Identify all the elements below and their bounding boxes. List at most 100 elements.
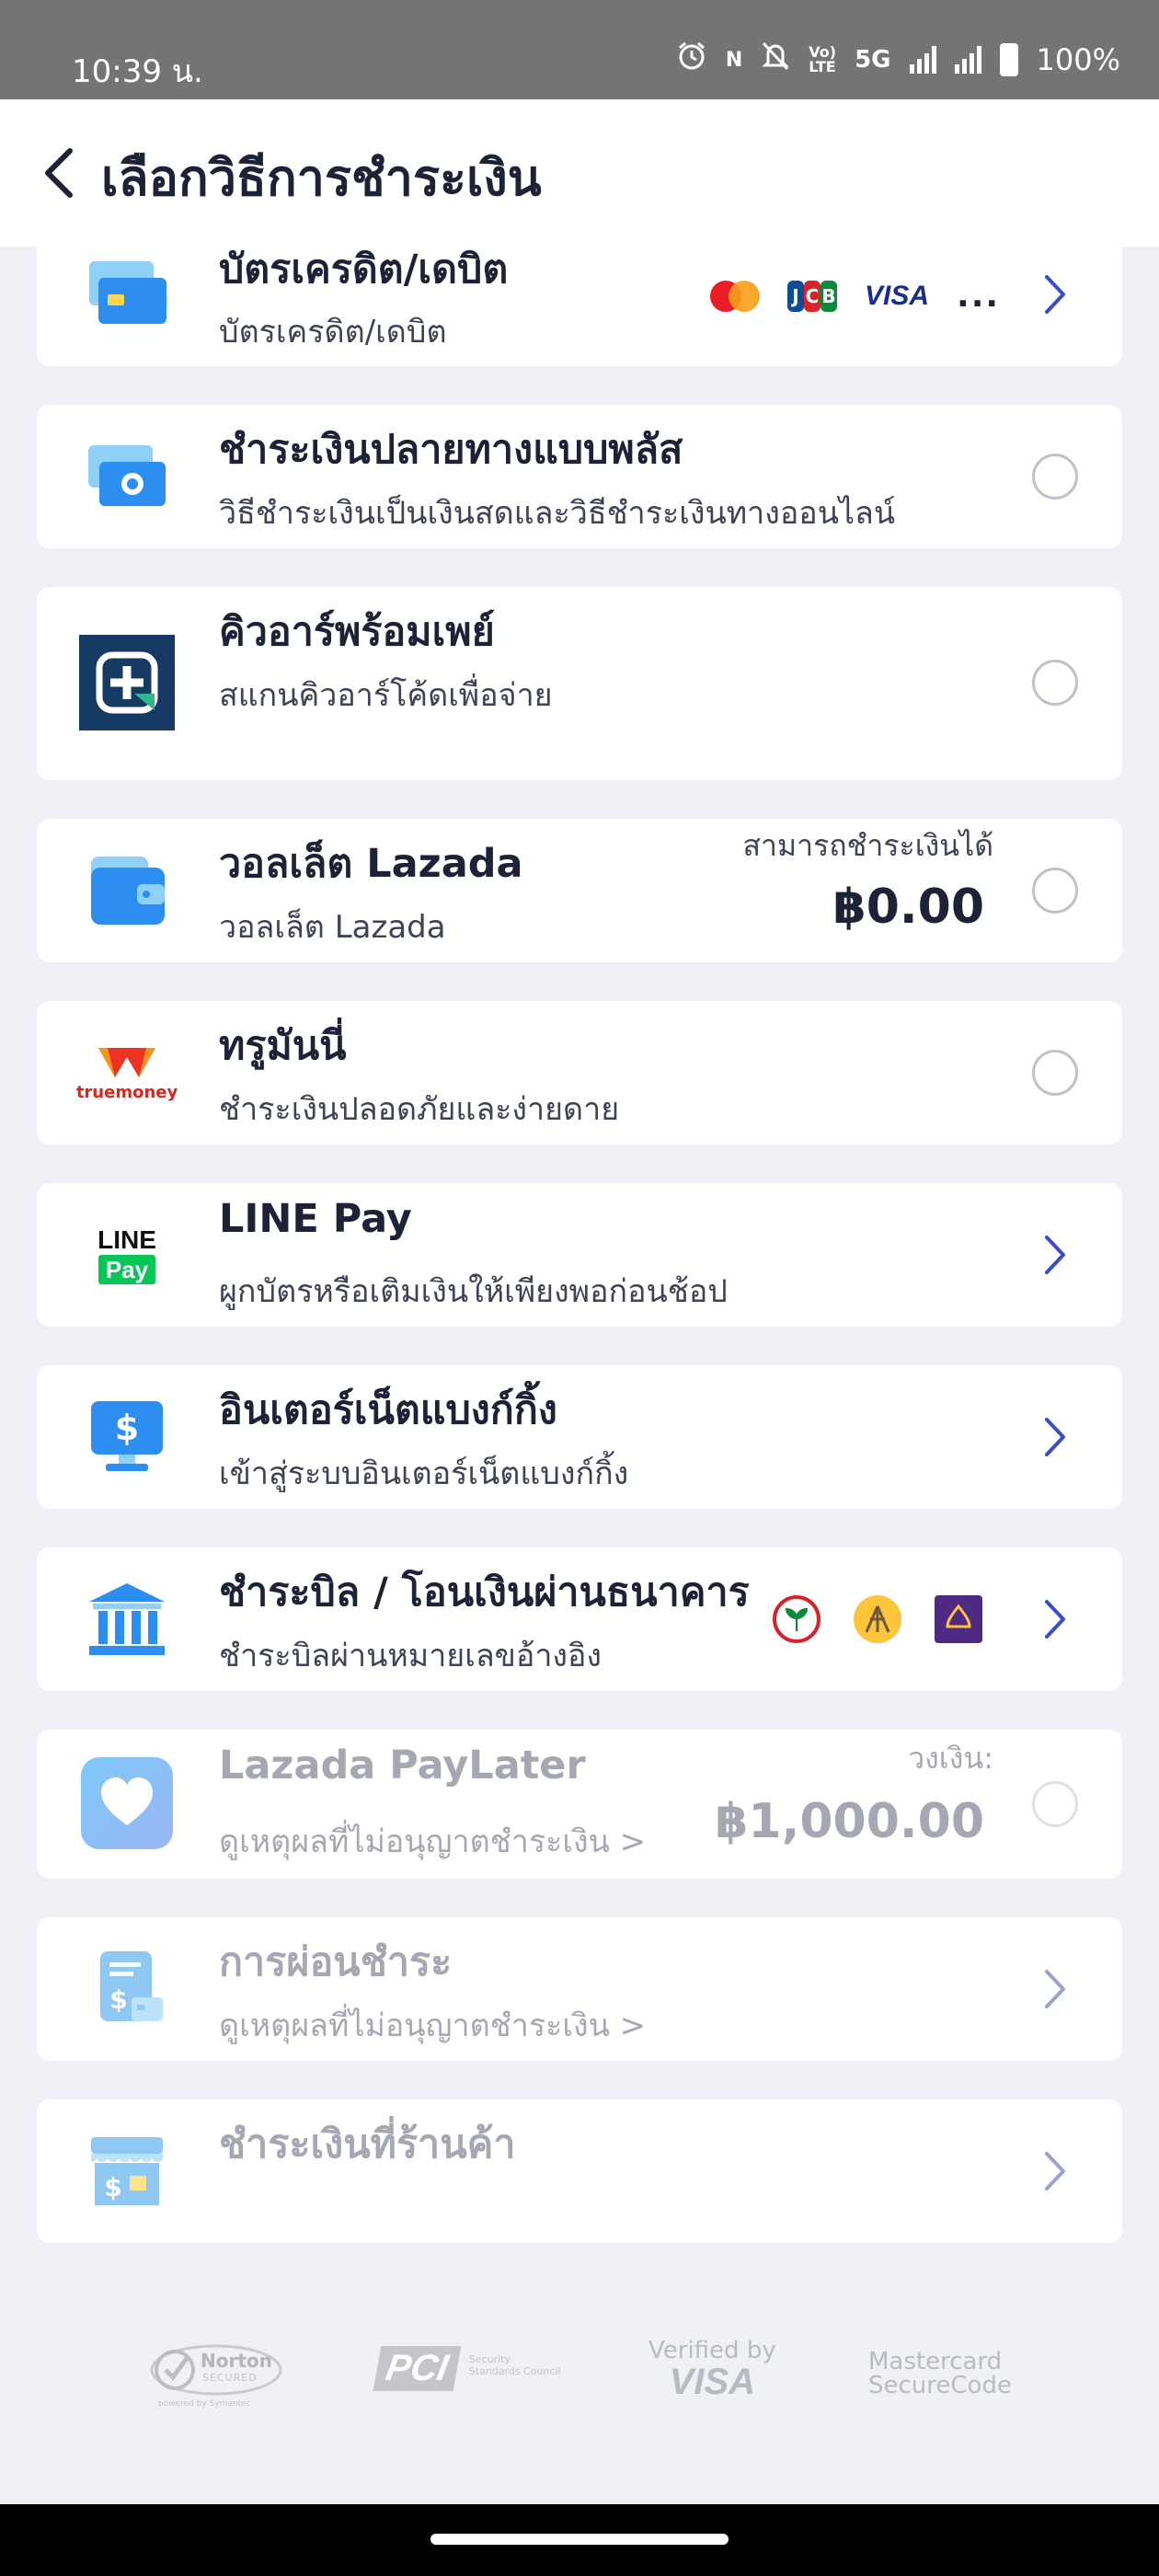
jcb-letter-c: C [804,280,820,312]
svg-text:$: $ [104,2172,121,2202]
method-title: การผ่อนชำระ [219,1939,453,1985]
method-title: ชำระเงินปลายทางแบบพลัส [219,427,683,473]
credit-limit-value: ฿1,000.00 [715,1794,984,1849]
radio-button[interactable] [1032,1781,1078,1827]
payment-method-lazada-wallet[interactable]: วอลเล็ต Lazada วอลเล็ต Lazada สามารถชำระ… [37,819,1122,962]
visa-label: VISA [669,2362,756,2402]
signal-icon-2 [954,46,981,74]
chevron-right-icon [1045,1236,1065,1274]
installment-reason-link[interactable]: ดูเหตุผลที่ไม่อนุญาตชำระเงิน > [219,2000,646,2050]
more-cards-icon: ... [957,277,1001,315]
pci-line2: Security [468,2353,511,2365]
line-pay-icon: LINE Pay [79,1207,175,1303]
status-icons: N Vo) LTE 5G 100% [676,40,1120,79]
credit-limit-label: วงเงิน: [908,1741,993,1776]
pci-name: PCI [373,2346,462,2391]
credit-card-icon [79,247,175,342]
method-title: LINE Pay [219,1196,412,1242]
lte-label: LTE [809,58,836,75]
method-subtitle: วิธีชำระเงินเป็นเงินสดและวิธีชำระเงินทาง… [219,495,896,532]
method-subtitle: ชำระบิลผ่านหมายเลขอ้างอิง [219,1638,602,1674]
paylater-reason-link[interactable]: ดูเหตุผลที่ไม่อนุญาตชำระเงิน > [219,1816,646,1866]
nfc-icon: N [725,48,743,72]
radio-button[interactable] [1032,660,1078,706]
payment-method-promptpay[interactable]: คิวอาร์พร้อมเพย์ สแกนคิวอาร์โค้ดเพื่อจ่า… [37,587,1122,780]
signal-icon [909,46,936,74]
chevron-right-icon [1045,1418,1065,1456]
network-label: 5G [855,46,891,74]
method-title: ชำระบิล / โอนเงินผ่านธนาคาร [219,1570,750,1616]
method-subtitle: สแกนคิวอาร์โค้ดเพื่อจ่าย [219,677,553,714]
home-gesture-handle[interactable] [430,2534,729,2545]
payment-method-cod-plus[interactable]: ชำระเงินปลายทางแบบพลัส วิธีชำระเงินเป็นเ… [37,405,1122,548]
method-subtitle: วอลเล็ต Lazada [219,909,446,946]
method-title: Lazada PayLater [219,1742,586,1788]
svg-text:$: $ [109,1984,127,2015]
securecode-label: SecureCode [868,2372,1012,2399]
method-subtitle: บัตรเครดิต/เดบิต [219,314,447,351]
chevron-right-icon [1045,275,1065,314]
paylater-heart-icon [79,1755,175,1851]
header-mask: เลือกวิธีการชำระเงิน [0,99,1159,247]
radio-button[interactable] [1032,868,1078,914]
payment-method-truemoney[interactable]: truemoney ทรูมันนี่ ชำระเงินปลอดภัยและง่… [37,1001,1122,1144]
trust-badges: Norton SECURED powered by Symantec PCI S… [0,2337,1159,2438]
kasikorn-bank-icon [773,1595,820,1643]
method-subtitle: ชำระเงินปลอดภัยและง่ายดาย [219,1091,620,1128]
payment-method-line-pay[interactable]: LINE Pay LINE Pay ผูกบัตรหรือเติมเงินให้… [37,1183,1122,1327]
pci-text: Security Standards Council [469,2353,561,2377]
battery-icon [999,43,1018,76]
bank-icon [79,1571,175,1667]
pci-line3: Standards Council [468,2365,561,2377]
mastercard-securecode-badge: Mastercard SecureCode [868,2350,1012,2398]
cash-icon [79,429,175,524]
scb-bank-icon [935,1595,982,1643]
payment-method-paylater[interactable]: Lazada PayLater ดูเหตุผลที่ไม่อนุญาตชำระ… [37,1730,1122,1879]
volte-icon: Vo) LTE [809,45,836,75]
balance-label: สามารถชำระเงินได้ [742,828,994,863]
pay-logo-text: Pay [98,1255,156,1284]
system-nav-bar [0,2504,1159,2576]
method-title: วอลเล็ต Lazada [219,841,523,887]
method-subtitle: ผูกบัตรหรือเติมเงินให้เพียงพอก่อนช้อป [219,1273,728,1310]
chevron-right-icon [1045,2152,1065,2191]
installment-icon: $ [79,1941,175,2037]
method-subtitle: เข้าสู่ระบบอินเตอร์เน็ตแบงก์กิ้ง [219,1455,629,1492]
krungsri-bank-icon [854,1595,901,1643]
verified-by-label: Verified by [648,2337,776,2364]
payment-method-internet-banking[interactable]: $ อินเตอร์เน็ตแบงก์กิ้ง เข้าสู่ระบบอินเต… [37,1365,1122,1509]
truemoney-icon: truemoney [75,1025,178,1121]
page-title: เลือกวิธีการชำระเงิน [101,149,542,207]
truemoney-logo-text: truemoney [75,1082,178,1102]
payment-method-credit-card[interactable]: บัตรเครดิต/เดบิต บัตรเครดิต/เดบิต J C B … [37,228,1122,366]
card-logos: J C B VISA ... [710,277,1000,315]
internet-banking-icon: $ [79,1389,175,1485]
alarm-icon [676,40,707,79]
jcb-letter-j: J [787,280,804,312]
method-title: อินเตอร์เน็ตแบงก์กิ้ง [219,1387,557,1433]
chevron-right-icon [1045,1600,1065,1639]
payment-method-bank-transfer[interactable]: ชำระบิล / โอนเงินผ่านธนาคาร ชำระบิลผ่านห… [37,1547,1122,1691]
norton-secured: SECURED [202,2372,258,2384]
promptpay-qr-icon [79,635,175,730]
method-title: ชำระเงินที่ร้านค้า [219,2122,516,2168]
norton-secured-badge: Norton SECURED powered by Symantec [147,2337,285,2410]
method-title: ทรูมันนี่ [219,1023,347,1069]
payment-method-installment[interactable]: $ การผ่อนชำระ ดูเหตุผลที่ไม่อนุญาตชำระเง… [37,1917,1122,2061]
visa-icon: VISA [865,280,930,311]
store-icon: $ [79,2123,175,2219]
wallet-balance: ฿0.00 [832,880,984,935]
bank-logos [773,1595,982,1643]
pci-badge: PCI Security Standards Council [373,2346,561,2391]
svg-text:$: $ [115,1408,139,1448]
chevron-right-icon [1045,1970,1065,2008]
status-bar: 10:39 น. N Vo) LTE 5G 100% [0,0,1159,99]
line-logo-text: LINE [98,1225,156,1254]
norton-symantec: powered by Symantec [158,2399,251,2409]
back-button[interactable] [35,144,90,202]
verified-by-visa-badge: Verified by VISA [648,2337,776,2402]
jcb-icon: J C B [787,280,837,312]
radio-button[interactable] [1032,454,1078,500]
radio-button[interactable] [1032,1050,1078,1096]
payment-method-pay-at-store[interactable]: $ ชำระเงินที่ร้านค้า [37,2099,1122,2243]
